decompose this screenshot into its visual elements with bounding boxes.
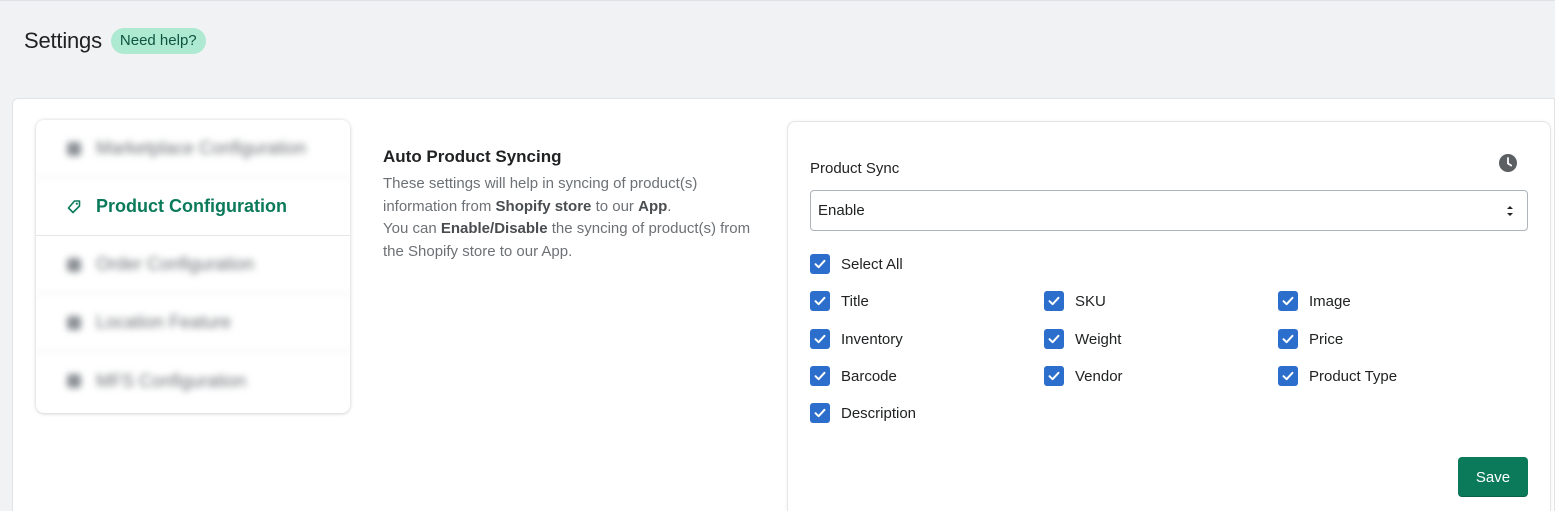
settings-card: Marketplace Configuration Product Config… xyxy=(12,98,1555,511)
checkmark-icon[interactable] xyxy=(810,403,830,423)
tag-icon xyxy=(66,199,82,215)
checkbox-label: Inventory xyxy=(841,330,903,348)
checkbox-label: Description xyxy=(841,404,917,422)
need-help-badge[interactable]: Need help? xyxy=(110,28,206,54)
sidebar-item-location-feature[interactable]: Location Feature xyxy=(36,294,350,352)
checkbox-vendor[interactable]: Vendor xyxy=(1044,366,1123,386)
sidebar-item-label: Location Feature xyxy=(96,312,232,332)
product-sync-selected-value: Enable xyxy=(818,202,865,219)
desc-text: . xyxy=(667,197,672,215)
checkbox-description[interactable]: Description xyxy=(810,403,916,423)
checkbox-product-type[interactable]: Product Type xyxy=(1278,366,1397,386)
section-description: Auto Product Syncing These settings will… xyxy=(383,147,763,263)
page-title: Settings xyxy=(24,28,102,53)
desc-text: to our xyxy=(591,197,639,215)
checkmark-icon[interactable] xyxy=(1044,366,1064,386)
checkbox-inventory[interactable]: Inventory xyxy=(810,329,903,349)
checkbox-title[interactable]: Title xyxy=(810,291,869,311)
clock-icon[interactable] xyxy=(1498,153,1518,173)
checkmark-icon[interactable] xyxy=(1044,291,1064,311)
checkbox-price[interactable]: Price xyxy=(1278,329,1343,349)
sidebar-item-marketplace-configuration[interactable]: Marketplace Configuration xyxy=(36,120,350,178)
sidebar-item-label: Marketplace Configuration xyxy=(96,138,307,158)
sidebar-item-product-configuration[interactable]: Product Configuration xyxy=(36,178,350,236)
location-icon xyxy=(66,315,82,331)
checkbox-select-all[interactable]: Select All xyxy=(810,254,903,274)
save-button[interactable]: Save xyxy=(1458,457,1528,497)
desc-bold: App xyxy=(638,197,668,215)
checkbox-label: Weight xyxy=(1075,330,1122,348)
order-icon xyxy=(66,257,82,273)
checkmark-icon[interactable] xyxy=(810,254,830,274)
checkbox-label: SKU xyxy=(1075,292,1106,310)
checkbox-label: Product Type xyxy=(1309,367,1398,385)
checkmark-icon[interactable] xyxy=(810,366,830,386)
checkmark-icon[interactable] xyxy=(1044,329,1064,349)
select-arrows-icon xyxy=(1505,203,1515,219)
product-sync-select[interactable]: Enable xyxy=(810,190,1528,231)
checkbox-label: Title xyxy=(841,292,869,310)
checkbox-weight[interactable]: Weight xyxy=(1044,329,1121,349)
checkmark-icon[interactable] xyxy=(1278,366,1298,386)
sidebar-item-label: Order Configuration xyxy=(96,254,255,274)
marketplace-icon xyxy=(66,141,82,157)
settings-sidebar: Marketplace Configuration Product Config… xyxy=(36,120,350,413)
sidebar-item-label: Product Configuration xyxy=(96,196,287,216)
checkbox-sku[interactable]: SKU xyxy=(1044,291,1106,311)
checkbox-barcode[interactable]: Barcode xyxy=(810,366,897,386)
sidebar-item-label: MFS Configuration xyxy=(96,370,247,391)
desc-bold: Enable/Disable xyxy=(440,220,548,237)
checkmark-icon[interactable] xyxy=(810,329,830,349)
section-title: Auto Product Syncing xyxy=(383,147,562,166)
checkmark-icon[interactable] xyxy=(1278,291,1298,311)
product-sync-label: Product Sync xyxy=(810,160,900,177)
product-sync-form: Product Sync Enable Select All Title SKU… xyxy=(787,121,1551,511)
checkmark-icon[interactable] xyxy=(1278,329,1298,349)
page-header: Settings Need help? xyxy=(24,26,206,56)
sidebar-item-order-configuration[interactable]: Order Configuration xyxy=(36,236,350,294)
checkbox-label: Vendor xyxy=(1075,367,1123,385)
checkmark-icon[interactable] xyxy=(810,291,830,311)
section-description-text: These settings will help in syncing of p… xyxy=(383,173,763,263)
desc-bold: Shopify store xyxy=(495,197,592,215)
desc-text: You can xyxy=(383,220,441,237)
checkbox-label: Barcode xyxy=(841,367,897,385)
mfs-icon xyxy=(66,373,82,389)
checkbox-label: Price xyxy=(1309,330,1344,348)
checkbox-label: Select All xyxy=(841,255,903,273)
sidebar-item-mfs-configuration[interactable]: MFS Configuration xyxy=(36,352,350,410)
checkbox-label: Image xyxy=(1309,292,1351,310)
checkbox-image[interactable]: Image xyxy=(1278,291,1351,311)
